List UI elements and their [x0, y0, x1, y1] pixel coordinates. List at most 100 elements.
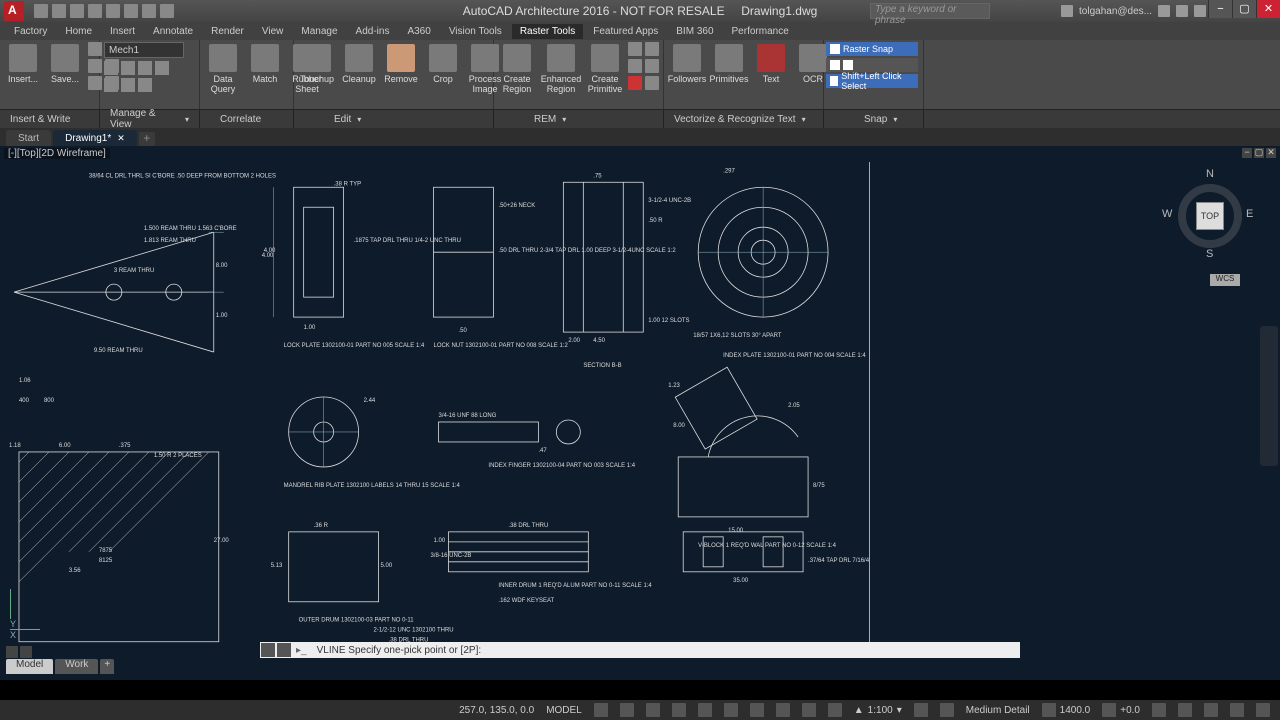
- tab-render[interactable]: Render: [203, 24, 252, 39]
- cmd-close-icon[interactable]: [261, 643, 275, 657]
- close-button[interactable]: ✕: [1256, 0, 1280, 18]
- insert-button[interactable]: Insert...: [4, 42, 42, 86]
- match-button[interactable]: Match: [246, 42, 284, 86]
- panel-correlate[interactable]: Correlate: [200, 110, 294, 128]
- viewcube[interactable]: TOP N S E W: [1160, 166, 1260, 266]
- elev-icon[interactable]: [1042, 703, 1056, 717]
- viewport-label[interactable]: [-][Top][2D Wireframe]: [4, 148, 110, 159]
- text-button[interactable]: Text: [752, 42, 790, 86]
- mv-1[interactable]: [104, 61, 118, 75]
- tab-addins[interactable]: Add-ins: [348, 24, 398, 39]
- custom-icon[interactable]: [1256, 703, 1270, 717]
- crop-button[interactable]: Crop: [424, 42, 462, 86]
- rem-5[interactable]: [628, 76, 642, 90]
- viewcube-s[interactable]: S: [1206, 248, 1213, 260]
- mv-3[interactable]: [138, 61, 152, 75]
- replace-icon[interactable]: [1152, 703, 1166, 717]
- tab-close-icon[interactable]: ✕: [117, 133, 125, 144]
- open-icon[interactable]: [52, 4, 66, 18]
- save-icon[interactable]: [70, 4, 84, 18]
- panel-snap[interactable]: Snap▾: [824, 110, 924, 128]
- drawing-area[interactable]: [-][Top][2D Wireframe] −▢✕ 38/64 CL DRL …: [0, 146, 1280, 680]
- rem-3[interactable]: [628, 59, 642, 73]
- qat-more-icon[interactable]: [160, 4, 174, 18]
- box-icon[interactable]: [940, 703, 954, 717]
- stayconnected-icon[interactable]: [1176, 5, 1188, 17]
- rem-1[interactable]: [628, 42, 642, 56]
- vp-max-icon[interactable]: ▢: [1254, 148, 1264, 158]
- tpy-icon[interactable]: [828, 703, 842, 717]
- osnap-icon[interactable]: [724, 703, 738, 717]
- layout-a-icon[interactable]: [6, 646, 18, 658]
- plot-icon[interactable]: [106, 4, 120, 18]
- touchup-button[interactable]: Touchup: [298, 42, 336, 86]
- panel-edit[interactable]: Edit▾: [294, 110, 494, 128]
- iso-icon[interactable]: [1178, 703, 1192, 717]
- tab-factory[interactable]: Factory: [6, 24, 55, 39]
- lwt-icon[interactable]: [802, 703, 816, 717]
- layer-combo[interactable]: Mech1: [104, 42, 184, 58]
- tab-performance[interactable]: Performance: [724, 24, 797, 39]
- panel-insertwrite[interactable]: Insert & Write: [0, 110, 100, 128]
- tab-home[interactable]: Home: [57, 24, 100, 39]
- cut-icon[interactable]: [1102, 703, 1116, 717]
- layout-b-icon[interactable]: [20, 646, 32, 658]
- mv-2[interactable]: [121, 61, 135, 75]
- minimize-button[interactable]: −: [1208, 0, 1232, 18]
- exchange-icon[interactable]: [1158, 5, 1170, 17]
- followers-button[interactable]: Followers: [668, 42, 706, 86]
- undo-icon[interactable]: [124, 4, 138, 18]
- tab-rastertools[interactable]: Raster Tools: [512, 24, 583, 39]
- rem-2[interactable]: [645, 42, 659, 56]
- mv-4[interactable]: [155, 61, 169, 75]
- createregion-button[interactable]: Create Region: [498, 42, 536, 96]
- tab-a360[interactable]: A360: [399, 24, 438, 39]
- app-menu-icon[interactable]: [4, 1, 24, 21]
- maximize-button[interactable]: ▢: [1232, 0, 1256, 18]
- vp-close-icon[interactable]: ✕: [1266, 148, 1276, 158]
- clean-icon[interactable]: [1230, 703, 1244, 717]
- add-tab-button[interactable]: +: [139, 132, 155, 146]
- isodraft-icon[interactable]: [698, 703, 712, 717]
- 3dosnap-icon[interactable]: [750, 703, 764, 717]
- infocenter-search[interactable]: Type a keyword or phrase: [870, 3, 990, 19]
- command-text[interactable]: VLINE Specify one-pick point or [2P]:: [311, 645, 1020, 656]
- tab-annotate[interactable]: Annotate: [145, 24, 201, 39]
- enhregion-button[interactable]: Enhanced Region: [540, 42, 582, 96]
- tab-manage[interactable]: Manage: [293, 24, 345, 39]
- tab-drawing1[interactable]: Drawing1*✕: [53, 130, 137, 146]
- user-label[interactable]: tolgahan@des...: [1079, 6, 1152, 17]
- snap-row2[interactable]: [826, 58, 918, 72]
- rem-6[interactable]: [645, 76, 659, 90]
- detail-level[interactable]: Medium Detail: [960, 705, 1036, 716]
- tab-model[interactable]: Model: [6, 659, 53, 674]
- mv-5[interactable]: [104, 78, 118, 92]
- grid-icon[interactable]: [594, 703, 608, 717]
- cleanup-button[interactable]: Cleanup: [340, 42, 378, 86]
- mv-7[interactable]: [138, 78, 152, 92]
- new-icon[interactable]: [34, 4, 48, 18]
- primitives-button[interactable]: Primitives: [710, 42, 748, 86]
- drawing-canvas[interactable]: 38/64 CL DRL THRL SI C'BORE .50 DEEP FRO…: [4, 162, 870, 658]
- tab-view[interactable]: View: [254, 24, 292, 39]
- ortho-icon[interactable]: [646, 703, 660, 717]
- createprim-button[interactable]: Create Primitive: [586, 42, 624, 96]
- viewcube-e[interactable]: E: [1246, 208, 1253, 220]
- tab-bim360[interactable]: BIM 360: [668, 24, 721, 39]
- rastersnap-toggle[interactable]: Raster Snap: [826, 42, 918, 56]
- tab-work[interactable]: Work: [55, 659, 98, 674]
- viewcube-w[interactable]: W: [1162, 208, 1172, 220]
- shiftclick-toggle[interactable]: Shift+Left Click Select: [826, 74, 918, 88]
- save-button[interactable]: Save...: [46, 42, 84, 86]
- hw-icon[interactable]: [1204, 703, 1218, 717]
- polar-icon[interactable]: [672, 703, 686, 717]
- snap-icon[interactable]: [620, 703, 634, 717]
- tab-featuredapps[interactable]: Featured Apps: [585, 24, 666, 39]
- mv-6[interactable]: [121, 78, 135, 92]
- command-line[interactable]: ▸_ VLINE Specify one-pick point or [2P]:: [260, 642, 1020, 658]
- tab-insert[interactable]: Insert: [102, 24, 143, 39]
- panel-vectorize[interactable]: Vectorize & Recognize Text▾: [664, 110, 824, 128]
- panel-rem[interactable]: REM▾: [494, 110, 664, 128]
- tab-add[interactable]: +: [100, 659, 114, 674]
- help-icon[interactable]: [1194, 5, 1206, 17]
